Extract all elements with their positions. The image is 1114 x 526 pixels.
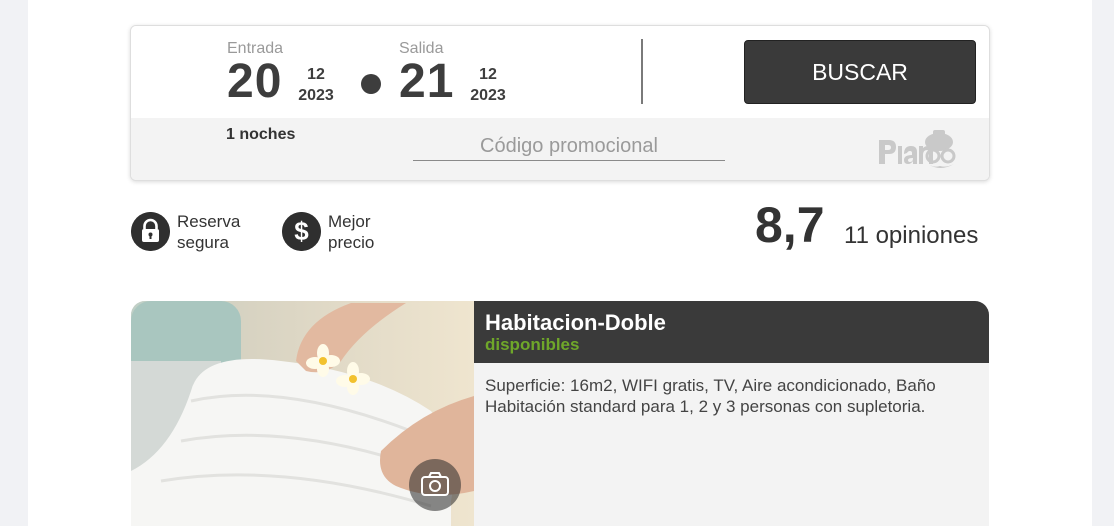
best-price-badge: $ Mejor precio <box>282 211 412 253</box>
camera-icon <box>421 472 449 496</box>
svg-text:$: $ <box>294 216 309 246</box>
checkout-month: 12 <box>479 66 497 83</box>
room-description-line1: Superficie: 16m2, WIFI gratis, TV, Aire … <box>485 376 936 395</box>
rating-score: 8,7 <box>755 197 825 253</box>
booking-dates-row: Entrada 20 12 2023 Salida 21 12 2023 BUS… <box>131 26 989 118</box>
promo-code-input[interactable] <box>413 133 725 161</box>
best-price-line2: precio <box>328 233 375 252</box>
photo-gallery-button[interactable] <box>409 459 461 511</box>
secure-booking-badge: Reserva segura <box>131 211 261 253</box>
room-title: Habitacion-Doble <box>485 310 666 335</box>
room-description: Superficie: 16m2, WIFI gratis, TV, Aire … <box>485 375 980 417</box>
vertical-divider <box>641 39 643 104</box>
secure-booking-line2: segura <box>177 233 229 252</box>
checkin-month: 12 <box>307 66 325 83</box>
secure-booking-line1: Reserva <box>177 212 241 231</box>
checkout-day: 21 <box>399 55 455 108</box>
lock-icon <box>131 212 170 251</box>
checkin-day: 20 <box>227 55 283 108</box>
room-photo[interactable] <box>131 301 474 526</box>
date-separator-dot <box>361 74 381 94</box>
mister-plan-logo <box>879 130 956 168</box>
checkin-year: 2023 <box>298 87 334 104</box>
nights-count: 1 noches <box>226 126 296 143</box>
room-header: Habitacion-Doble disponibles <box>474 301 989 363</box>
booking-box: Entrada 20 12 2023 Salida 21 12 2023 BUS… <box>130 25 990 181</box>
dollar-icon: $ <box>282 212 321 251</box>
checkout-year: 2023 <box>470 87 506 104</box>
room-description-line2: Habitación standard para 1, 2 y 3 person… <box>485 397 926 416</box>
best-price-line1: Mejor <box>328 212 371 231</box>
search-button[interactable]: BUSCAR <box>744 40 976 104</box>
page: Entrada 20 12 2023 Salida 21 12 2023 BUS… <box>28 0 1092 526</box>
room-card: Habitacion-Doble disponibles Superficie:… <box>131 301 989 526</box>
secure-booking-text: Reserva segura <box>177 211 240 253</box>
reviews-link[interactable]: 11 opiniones <box>844 222 978 250</box>
best-price-text: Mejor precio <box>328 211 374 253</box>
room-availability: disponibles <box>485 335 580 354</box>
